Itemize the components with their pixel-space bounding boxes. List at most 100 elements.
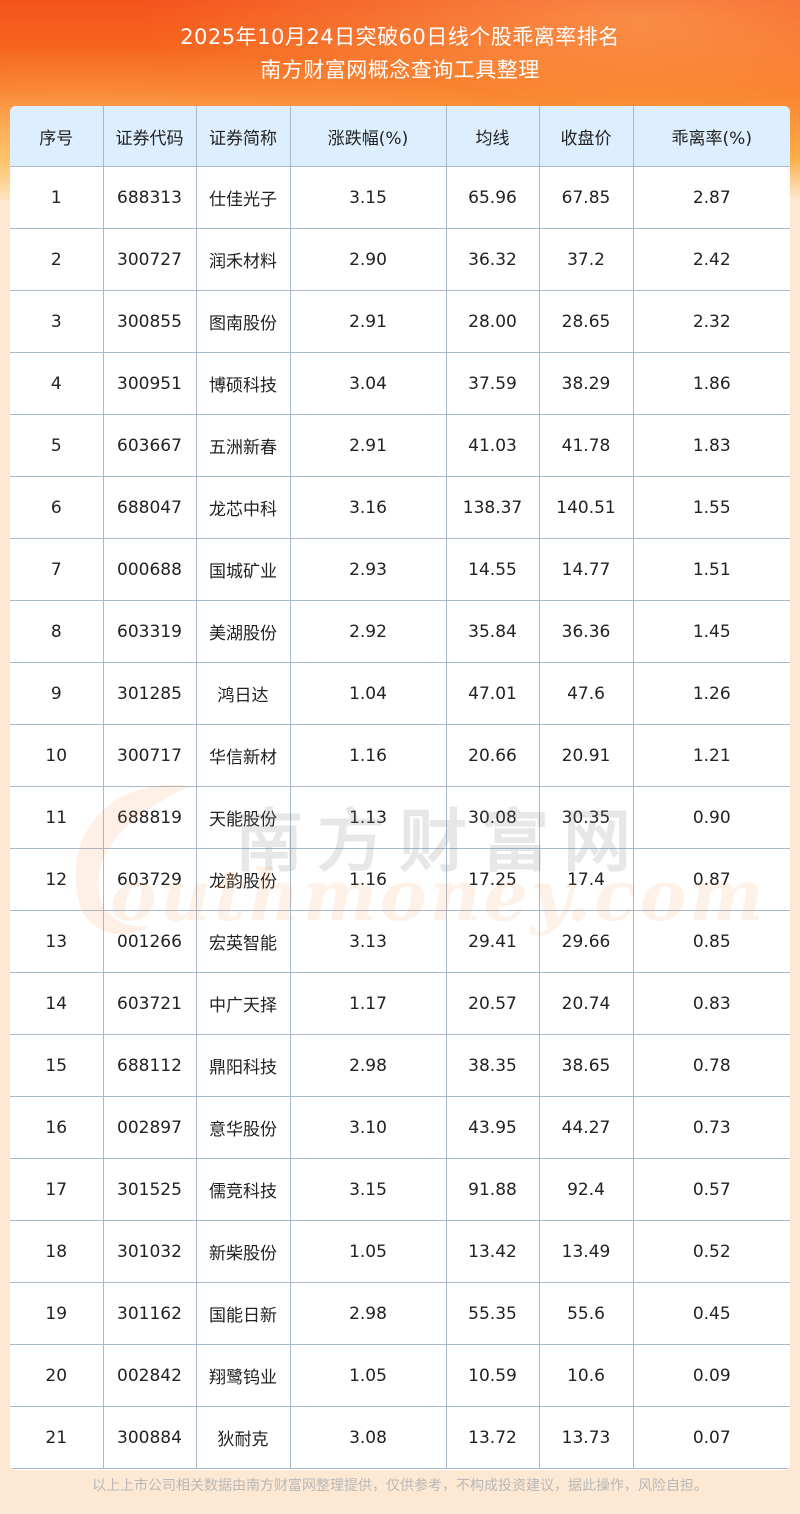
table-row: 21 300884 狄耐克 3.08 13.72 13.73 0.07 <box>10 1406 790 1469</box>
cell-code: 300855 <box>102 290 197 353</box>
cell-close-price: 10.6 <box>538 1344 634 1407</box>
cell-change-pct: 1.16 <box>289 848 447 911</box>
table-row: 6 688047 龙芯中科 3.16 138.37 140.51 1.55 <box>10 476 790 539</box>
table-row: 19 301162 国能日新 2.98 55.35 55.6 0.45 <box>10 1282 790 1345</box>
cell-name: 国城矿业 <box>195 538 291 601</box>
cell-code: 301162 <box>102 1282 197 1345</box>
cell-change-pct: 3.15 <box>289 1158 447 1221</box>
cell-close-price: 55.6 <box>538 1282 634 1345</box>
table-row: 13 001266 宏英智能 3.13 29.41 29.66 0.85 <box>10 910 790 973</box>
cell-change-pct: 1.05 <box>289 1344 447 1407</box>
table-row: 11 688819 天能股份 1.13 30.08 30.35 0.90 <box>10 786 790 849</box>
table-row: 3 300855 图南股份 2.91 28.00 28.65 2.32 <box>10 290 790 353</box>
cell-close-price: 17.4 <box>538 848 634 911</box>
cell-close-price: 37.2 <box>538 228 634 291</box>
cell-change-pct: 2.98 <box>289 1034 447 1097</box>
cell-code: 301285 <box>102 662 197 725</box>
table-row: 16 002897 意华股份 3.10 43.95 44.27 0.73 <box>10 1096 790 1159</box>
cell-change-pct: 2.91 <box>289 414 447 477</box>
cell-change-pct: 3.16 <box>289 476 447 539</box>
table-row: 18 301032 新柴股份 1.05 13.42 13.49 0.52 <box>10 1220 790 1283</box>
cell-change-pct: 3.13 <box>289 910 447 973</box>
table-row: 10 300717 华信新材 1.16 20.66 20.91 1.21 <box>10 724 790 787</box>
cell-rank: 20 <box>10 1344 104 1407</box>
cell-rank: 17 <box>10 1158 104 1221</box>
cell-close-price: 41.78 <box>538 414 634 477</box>
table-header-row: 序号 证券代码 证券简称 涨跌幅(%) 均线 收盘价 乖离率(%) <box>10 106 790 167</box>
cell-close-price: 20.74 <box>538 972 634 1035</box>
cell-name: 狄耐克 <box>195 1406 291 1469</box>
column-header-close-price: 收盘价 <box>538 106 634 167</box>
table-row: 9 301285 鸿日达 1.04 47.01 47.6 1.26 <box>10 662 790 725</box>
disclaimer-text: 以上上市公司相关数据由南方财富网整理提供，仅供参考，不构成投资建议，据此操作，风… <box>92 1478 708 1494</box>
cell-code: 002842 <box>102 1344 197 1407</box>
cell-name: 国能日新 <box>195 1282 291 1345</box>
cell-change-pct: 1.16 <box>289 724 447 787</box>
cell-name: 仕佳光子 <box>195 166 291 229</box>
table-row: 1 688313 仕佳光子 3.15 65.96 67.85 2.87 <box>10 166 790 229</box>
cell-bias-ratio: 0.09 <box>632 1344 790 1407</box>
cell-moving-average: 13.72 <box>445 1406 540 1469</box>
cell-name: 新柴股份 <box>195 1220 291 1283</box>
cell-code: 300717 <box>102 724 197 787</box>
cell-bias-ratio: 0.78 <box>632 1034 790 1097</box>
cell-close-price: 38.29 <box>538 352 634 415</box>
cell-moving-average: 28.00 <box>445 290 540 353</box>
cell-code: 002897 <box>102 1096 197 1159</box>
cell-code: 688112 <box>102 1034 197 1097</box>
cell-name: 华信新材 <box>195 724 291 787</box>
cell-moving-average: 37.59 <box>445 352 540 415</box>
cell-name: 博硕科技 <box>195 352 291 415</box>
cell-bias-ratio: 0.85 <box>632 910 790 973</box>
cell-change-pct: 1.05 <box>289 1220 447 1283</box>
cell-moving-average: 43.95 <box>445 1096 540 1159</box>
table-body: 1 688313 仕佳光子 3.15 65.96 67.85 2.87 2 300727 润禾材料… <box>10 166 790 1469</box>
cell-code: 688313 <box>102 166 197 229</box>
table-row: 17 301525 儒竞科技 3.15 91.88 92.4 0.57 <box>10 1158 790 1221</box>
cell-bias-ratio: 0.87 <box>632 848 790 911</box>
cell-bias-ratio: 0.45 <box>632 1282 790 1345</box>
cell-bias-ratio: 0.90 <box>632 786 790 849</box>
cell-moving-average: 91.88 <box>445 1158 540 1221</box>
cell-name: 龙韵股份 <box>195 848 291 911</box>
table-row: 14 603721 中广天择 1.17 20.57 20.74 0.83 <box>10 972 790 1035</box>
cell-code: 300884 <box>102 1406 197 1469</box>
cell-code: 000688 <box>102 538 197 601</box>
cell-close-price: 29.66 <box>538 910 634 973</box>
cell-bias-ratio: 0.83 <box>632 972 790 1035</box>
cell-name: 翔鹭钨业 <box>195 1344 291 1407</box>
cell-rank: 19 <box>10 1282 104 1345</box>
cell-bias-ratio: 0.52 <box>632 1220 790 1283</box>
cell-code: 301032 <box>102 1220 197 1283</box>
column-header-moving-average: 均线 <box>445 106 540 167</box>
cell-change-pct: 3.10 <box>289 1096 447 1159</box>
cell-moving-average: 65.96 <box>445 166 540 229</box>
cell-moving-average: 55.35 <box>445 1282 540 1345</box>
cell-code: 301525 <box>102 1158 197 1221</box>
table-row: 2 300727 润禾材料 2.90 36.32 37.2 2.42 <box>10 228 790 291</box>
cell-bias-ratio: 0.57 <box>632 1158 790 1221</box>
cell-change-pct: 2.90 <box>289 228 447 291</box>
cell-moving-average: 14.55 <box>445 538 540 601</box>
cell-moving-average: 30.08 <box>445 786 540 849</box>
cell-close-price: 30.35 <box>538 786 634 849</box>
cell-change-pct: 3.04 <box>289 352 447 415</box>
cell-name: 美湖股份 <box>195 600 291 663</box>
cell-change-pct: 3.08 <box>289 1406 447 1469</box>
cell-bias-ratio: 1.21 <box>632 724 790 787</box>
cell-close-price: 36.36 <box>538 600 634 663</box>
cell-change-pct: 1.17 <box>289 972 447 1035</box>
cell-moving-average: 38.35 <box>445 1034 540 1097</box>
cell-bias-ratio: 1.26 <box>632 662 790 725</box>
cell-rank: 6 <box>10 476 104 539</box>
column-header-name: 证券简称 <box>195 106 291 167</box>
cell-code: 001266 <box>102 910 197 973</box>
cell-bias-ratio: 1.45 <box>632 600 790 663</box>
table-row: 5 603667 五洲新春 2.91 41.03 41.78 1.83 <box>10 414 790 477</box>
cell-rank: 5 <box>10 414 104 477</box>
cell-moving-average: 47.01 <box>445 662 540 725</box>
table-row: 4 300951 博硕科技 3.04 37.59 38.29 1.86 <box>10 352 790 415</box>
cell-name: 儒竞科技 <box>195 1158 291 1221</box>
cell-name: 图南股份 <box>195 290 291 353</box>
cell-name: 中广天择 <box>195 972 291 1035</box>
